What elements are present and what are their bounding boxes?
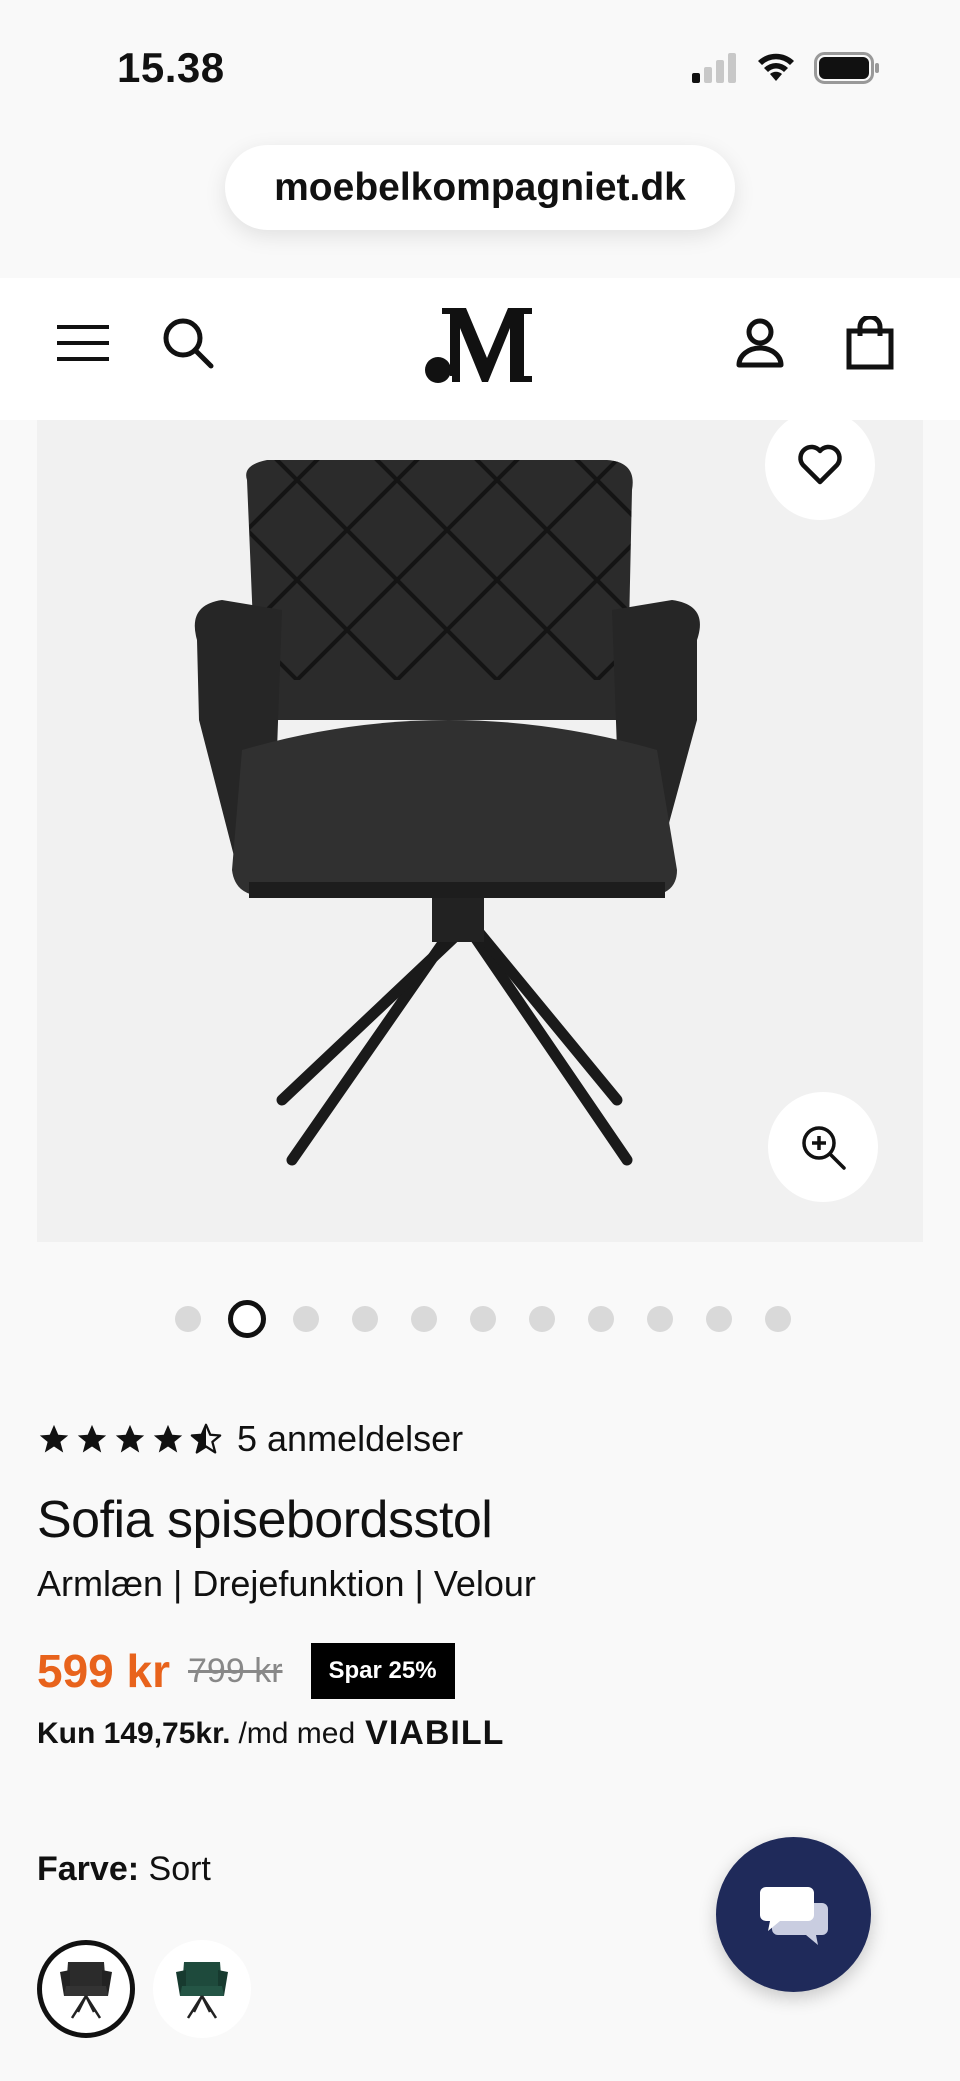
site-logo[interactable] [420, 300, 540, 390]
gallery-dot[interactable] [588, 1306, 614, 1332]
cart-button[interactable] [835, 308, 905, 378]
product-title: Sofia spisebordsstol [37, 1491, 493, 1549]
gallery-dot[interactable] [647, 1306, 673, 1332]
current-price: 599 kr [37, 1645, 171, 1697]
url-text: moebelkompagniet.dk [274, 165, 686, 209]
save-badge: Spar 25% [310, 1643, 455, 1699]
hamburger-icon [57, 325, 109, 361]
product-subtitle: Armlæn | Drejefunktion | Velour [37, 1563, 536, 1604]
gallery-dot[interactable] [411, 1306, 437, 1332]
chat-bubbles-icon [759, 1886, 828, 1945]
star-rating [37, 1422, 223, 1456]
status-time: 15.38 [117, 44, 225, 91]
gallery-dot[interactable] [352, 1306, 378, 1332]
financing-info[interactable]: Kun 149,75kr. /md med VIABILL [37, 1714, 504, 1753]
gallery-dot[interactable] [765, 1306, 791, 1332]
swatch-black[interactable] [37, 1940, 135, 2038]
zoom-in-icon [802, 1126, 846, 1170]
financing-amount: Kun 149,75kr. [37, 1716, 231, 1750]
star-icon [153, 1424, 183, 1453]
signal-icon [692, 53, 736, 83]
viabill-logo: VIABILL [365, 1714, 505, 1752]
status-icons [692, 52, 880, 84]
price-row: 599 kr 799 kr Spar 25% [37, 1643, 455, 1699]
search-button[interactable] [153, 308, 223, 378]
old-price: 799 kr [188, 1651, 283, 1690]
heart-icon [798, 444, 842, 485]
gallery-dot[interactable] [470, 1306, 496, 1332]
gallery-dots [175, 1300, 791, 1338]
gallery-dot[interactable] [175, 1306, 201, 1332]
page: 15.38 moebelkompagniet.dk 5 anmeldelser … [0, 0, 960, 2081]
color-value: Sort [148, 1850, 211, 1888]
reviews-link[interactable]: 5 anmeldelser [237, 1418, 463, 1460]
color-label-title: Farve: [37, 1850, 140, 1888]
search-icon [163, 318, 214, 369]
gallery-dot-active[interactable] [228, 1300, 266, 1338]
gallery-dot[interactable] [293, 1306, 319, 1332]
site-header [0, 278, 960, 420]
green-chair-thumbnail [176, 1962, 228, 2019]
wifi-icon [758, 53, 794, 81]
chat-button[interactable] [716, 1837, 871, 1992]
product-image[interactable] [37, 420, 923, 1242]
rating[interactable]: 5 anmeldelser [37, 1418, 463, 1460]
star-icon [115, 1424, 145, 1453]
financing-suffix: /md med [238, 1716, 356, 1750]
menu-button[interactable] [48, 308, 118, 378]
address-bar[interactable]: moebelkompagniet.dk [225, 145, 735, 230]
battery-icon [814, 52, 879, 84]
shopping-bag-icon [846, 316, 894, 370]
account-button[interactable] [725, 308, 795, 378]
half-star-icon [190, 1423, 222, 1454]
color-label: Farve: Sort [37, 1850, 211, 1889]
swatch-green[interactable] [153, 1940, 251, 2038]
star-icon [39, 1424, 69, 1453]
gallery-dot[interactable] [706, 1306, 732, 1332]
zoom-button[interactable] [768, 1092, 878, 1202]
gallery-dot[interactable] [529, 1306, 555, 1332]
star-icon [77, 1424, 107, 1453]
black-chair-thumbnail [60, 1962, 112, 2019]
user-icon [736, 318, 784, 368]
